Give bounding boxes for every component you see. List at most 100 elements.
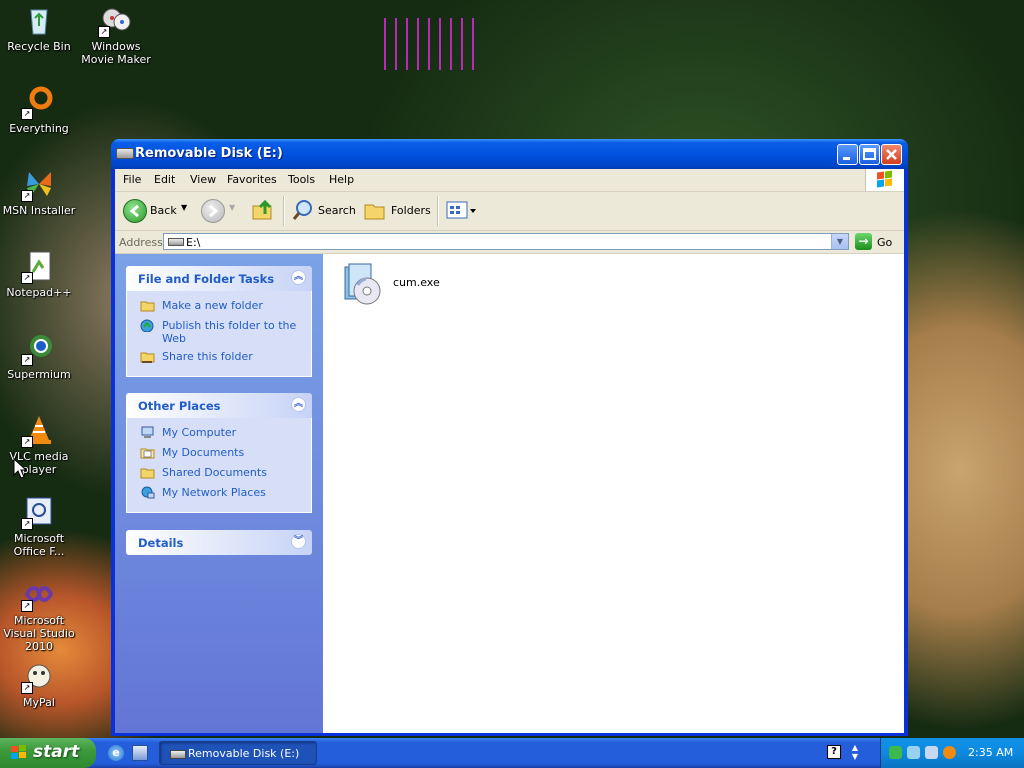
taskbar-window-button[interactable]: Removable Disk (E:) [159,741,317,765]
tray-network-icon[interactable] [889,746,902,759]
views-icon [446,201,476,219]
address-dropdown-button[interactable]: ▼ [831,234,848,249]
file-folder-tasks-panel: File and Folder Tasks ︽ Make a new folde… [126,266,312,377]
collapse-chevron-icon[interactable]: ︽ [291,397,306,412]
desktop-icon-vlc[interactable]: ↗ VLC media player [0,414,78,476]
desktop-icon-recycle-bin[interactable]: Recycle Bin [0,4,78,53]
desktop-icon-everything[interactable]: ↗ Everything [0,86,78,135]
internet-explorer-icon[interactable]: e [108,745,124,761]
windows-logo-icon [11,745,26,759]
panel-body: Make a new folder Publish this folder to… [126,291,312,377]
address-label: Address [119,236,163,249]
desktop-icon-mypal[interactable]: ↗ MyPal [0,660,78,709]
desktop-icon-office[interactable]: ↗ Microsoft Office F... [0,496,78,558]
search-label: Search [318,204,356,217]
go-arrow-icon[interactable]: → [855,233,872,250]
desktop-icon-msn-installer[interactable]: ↗ MSN Installer [0,168,78,217]
menu-file[interactable]: File [123,173,141,186]
notepadpp-icon: ↗ [21,250,55,284]
desktop-icon-label: Notepad++ [6,286,72,299]
forward-arrow-icon [209,204,219,218]
place-shared-documents[interactable]: Shared Documents [127,464,311,484]
taskbar: start e Removable Disk (E:) ? ▲ ▼ 2:35 AM [0,738,1024,768]
desktop-icon-label: Recycle Bin [7,40,71,53]
place-my-computer[interactable]: My Computer [127,424,311,444]
close-icon [886,149,897,160]
drive-icon [168,238,184,246]
tray-wireless-icon[interactable] [907,746,920,759]
up-folder-icon [252,199,272,220]
tray-everything-icon[interactable] [943,746,956,759]
mouse-cursor-icon [13,458,27,479]
shared-documents-icon [140,468,155,479]
file-item[interactable]: cum.exe [341,261,461,311]
vlc-cone-icon: ↗ [21,414,55,448]
content-area: File and Folder Tasks ︽ Make a new folde… [115,254,904,733]
place-label: My Network Places [162,486,266,499]
panel-header[interactable]: File and Folder Tasks ︽ [126,266,312,291]
menu-view[interactable]: View [190,173,216,186]
help-icon[interactable]: ? [827,745,841,759]
show-desktop-icon[interactable] [132,745,148,761]
movie-maker-icon: ↗ [98,4,132,38]
desktop-icon-movie-maker[interactable]: ↗ Windows Movie Maker [77,4,155,66]
other-places-panel: Other Places ︽ My Computer My Documents … [126,393,312,513]
minimize-icon [843,157,850,160]
my-documents-icon [140,448,155,459]
removable-disk-icon [116,148,134,159]
minimize-button[interactable] [837,144,858,165]
menu-favorites[interactable]: Favorites [227,173,277,186]
recycle-bin-icon [23,4,55,36]
panel-title: Other Places [138,399,221,413]
explorer-window: Removable Disk (E:) File Edit View Favor… [111,139,908,736]
back-dropdown-arrow-icon[interactable]: ▼ [181,203,187,212]
forward-button[interactable] [201,199,225,223]
title-bar[interactable]: Removable Disk (E:) [111,139,908,169]
taskbar-scroll-icon[interactable]: ▲ ▼ [850,743,860,763]
everything-icon: ↗ [21,86,55,120]
maximize-button[interactable] [859,144,880,165]
address-input[interactable]: E:\ ▼ [163,233,849,250]
menu-edit[interactable]: Edit [154,173,175,186]
up-folder-button[interactable] [251,198,275,222]
panel-header[interactable]: Other Places ︽ [126,393,312,418]
close-button[interactable] [881,144,902,165]
panel-body: My Computer My Documents Shared Document… [126,418,312,513]
place-network-places[interactable]: My Network Places [127,484,311,504]
panel-title: Details [138,536,184,550]
place-label: My Computer [162,426,237,439]
folders-icon [364,204,385,220]
views-button[interactable] [445,200,479,222]
collapse-chevron-icon[interactable]: ︽ [291,270,306,285]
folders-label: Folders [391,204,431,217]
desktop-icon-label: Windows Movie Maker [81,40,151,66]
start-button[interactable]: start [0,738,96,768]
desktop-icon-supermium[interactable]: ↗ Supermium [0,332,78,381]
menu-tools[interactable]: Tools [288,173,315,186]
details-panel: Details ︾ [126,530,312,555]
place-my-documents[interactable]: My Documents [127,444,311,464]
maximize-icon [863,148,876,160]
desktop-icon-label: MSN Installer [2,204,76,217]
go-button-label[interactable]: Go [877,236,892,249]
desktop-icon-label: Supermium [7,368,71,381]
window-title: Removable Disk (E:) [135,146,283,161]
clock[interactable]: 2:35 AM [968,746,1013,759]
desktop-icon-notepadpp[interactable]: ↗ Notepad++ [0,250,78,299]
menu-bar: File Edit View Favorites Tools Help [115,169,904,192]
address-value: E:\ [186,236,201,249]
forward-dropdown-arrow-icon[interactable]: ▼ [229,203,235,212]
task-publish-to-web[interactable]: Publish this folder to the Web [127,317,311,348]
supermium-icon: ↗ [21,332,55,366]
task-pane: File and Folder Tasks ︽ Make a new folde… [115,254,323,733]
panel-header[interactable]: Details ︾ [126,530,312,555]
visual-studio-icon: ↗ [21,578,55,612]
expand-chevron-icon[interactable]: ︾ [291,534,306,549]
desktop-icon-label: Microsoft Visual Studio 2010 [3,614,75,653]
menu-help[interactable]: Help [329,173,354,186]
task-label: Share this folder [162,350,253,363]
desktop-icon-visual-studio[interactable]: ↗ Microsoft Visual Studio 2010 [0,578,78,653]
task-share-folder[interactable]: Share this folder [127,348,311,368]
task-make-new-folder[interactable]: Make a new folder [127,297,311,317]
tray-volume-icon[interactable] [925,746,938,759]
